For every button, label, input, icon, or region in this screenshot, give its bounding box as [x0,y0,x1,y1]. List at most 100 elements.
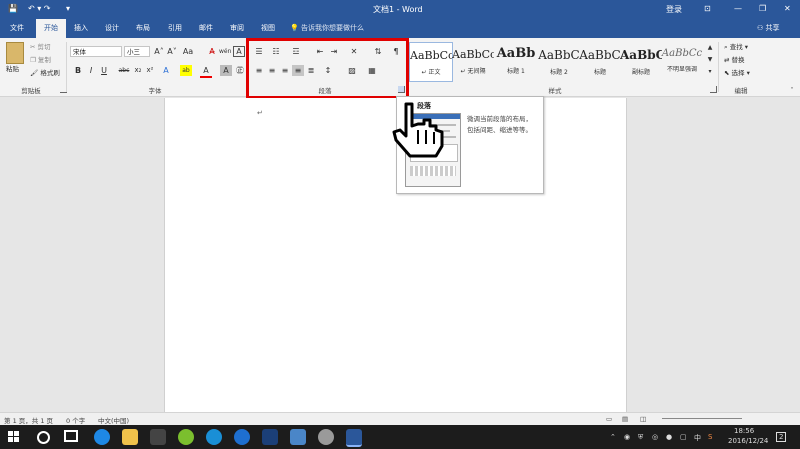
web-layout-icon[interactable]: ◫ [640,415,646,423]
restore-button[interactable]: ❐ [759,4,766,13]
ime-chinese[interactable]: 中 [694,433,701,443]
style-title[interactable]: AaBbC 标题 [579,42,621,80]
shrink-font-icon[interactable]: A˅ [166,46,178,57]
style-subtitle[interactable]: AaBbC 副标题 [620,42,662,80]
tab-review[interactable]: 审阅 [226,19,248,38]
text-effects-icon[interactable]: A [160,65,172,76]
share-button[interactable]: ⚇ 共享 [757,21,780,36]
paste-icon[interactable] [6,42,24,64]
tab-mailings[interactable]: 邮件 [195,19,217,38]
windows-start-icon[interactable] [8,431,20,443]
print-layout-icon[interactable]: ▤ [622,415,628,423]
ribbon-options-icon[interactable]: ⊡ [704,4,711,13]
phonetic-guide-icon[interactable]: wén [219,46,231,57]
change-case-icon[interactable]: Aa [182,46,194,57]
clock-date[interactable]: 2016/12/24 [728,437,768,445]
photos-icon[interactable] [290,429,306,445]
zoom-slider[interactable] [662,418,742,419]
ie-icon[interactable] [234,429,250,445]
tray-app-icon[interactable]: ◉ [624,433,630,441]
font-name-field[interactable]: 宋体 [70,46,122,57]
file-explorer-icon[interactable] [122,429,138,445]
styles-more-icon[interactable]: ▾ [704,66,716,77]
tab-layout[interactable]: 布局 [132,19,154,38]
word-count[interactable]: 0 个字 [66,415,85,425]
tab-references[interactable]: 引用 [164,19,186,38]
cut-button[interactable]: ✂ 剪切 [30,42,51,52]
network-icon[interactable]: ▢ [680,433,687,441]
style-heading-1[interactable]: AaBb 标题 1 [495,42,537,80]
style-no-spacing[interactable]: AaBbCc ↵ 无间隔 [452,42,494,80]
tooltip-desc-line1: 微调当前段落的布局， [467,115,532,123]
clipboard-group-label: 剪贴板 [21,87,41,95]
language[interactable]: 中文(中国) [98,415,129,425]
tray-expand-icon[interactable]: ⌃ [610,433,616,441]
app-gray-icon[interactable] [318,429,334,445]
style-heading-2[interactable]: AaBbC 标题 2 [538,42,580,80]
replace-icon: ⇄ [724,56,730,64]
tab-home[interactable]: 开始 [36,19,66,38]
cortana-icon[interactable] [37,431,50,444]
styles-launcher-icon[interactable] [710,86,717,93]
highlight-color-icon[interactable]: ab [180,65,192,76]
copy-button[interactable]: ❐ 复制 [30,55,51,65]
style-subtle-emphasis[interactable]: AaBbCc 不明显强调 [661,42,703,80]
select-button[interactable]: ⬉ 选择 ▾ [724,68,750,78]
notification-icon[interactable]: 2 [776,432,787,442]
italic-button[interactable]: I [85,65,97,76]
store-icon[interactable] [150,429,166,445]
enclose-char-icon[interactable]: ㊣ [234,65,246,76]
grow-font-icon[interactable]: A˄ [153,46,165,57]
group-divider [66,42,67,92]
tab-insert[interactable]: 插入 [70,19,92,38]
char-border-icon[interactable]: A [233,46,245,57]
ime-sogou-icon[interactable]: S [708,433,712,441]
undo-redo-icon[interactable]: ↶ ▾ ↷ [28,4,51,13]
photoshop-icon[interactable] [262,429,278,445]
find-button[interactable]: ⌕ 查找 ▾ [724,42,748,52]
page-count[interactable]: 第 1 页，共 1 页 [4,415,53,425]
read-mode-icon[interactable]: ▭ [606,415,612,423]
collapse-ribbon-icon[interactable]: ˄ [786,85,798,96]
close-button[interactable]: ✕ [784,4,791,13]
styles-scroll-down-icon[interactable]: ▼ [704,54,716,65]
tell-me-search[interactable]: 💡 告诉我你想要做什么 [290,19,364,38]
tray-app3-icon[interactable]: ● [666,433,672,441]
save-icon[interactable]: 💾 [8,4,18,13]
title-bar: 💾 ↶ ▾ ↷ ▾ 文档1 - Word 登录 ⊡ — ❐ ✕ [0,0,800,19]
copy-icon: ❐ [30,56,36,64]
font-size-field[interactable]: 小三 [124,46,150,57]
tab-design[interactable]: 设计 [101,19,123,38]
tab-file[interactable]: 文件 [4,19,30,38]
customize-quick-access-icon[interactable]: ▾ [66,4,70,13]
app-blue-icon[interactable] [206,429,222,445]
strikethrough-button[interactable]: abc [116,65,132,76]
font-color-icon[interactable]: A [200,65,212,78]
tab-view[interactable]: 视图 [257,19,279,38]
search-icon: ⌕ [724,43,728,51]
bold-button[interactable]: B [72,65,84,76]
edge-icon[interactable] [94,429,110,445]
underline-button[interactable]: U [98,65,110,76]
tray-shield-icon[interactable]: ⛨ [638,433,643,442]
styles-group-label: 样式 [548,87,562,95]
char-shading-icon[interactable]: A [220,65,232,76]
ribbon-tabs: 文件 开始 插入 设计 布局 引用 邮件 审阅 视图 💡 告诉我你想要做什么 ⚇… [0,19,800,38]
paste-button[interactable]: 粘贴 [6,64,19,74]
clear-format-icon[interactable]: A̶ [206,46,218,57]
clock-time[interactable]: 18:56 [734,427,754,435]
styles-scroll-up-icon[interactable]: ▲ [704,42,716,53]
app-green-icon[interactable] [178,429,194,445]
minimize-button[interactable]: — [734,4,742,13]
superscript-button[interactable]: x² [144,65,156,76]
replace-button[interactable]: ⇄ 替换 [724,55,745,65]
login-button[interactable]: 登录 [666,4,682,15]
task-view-icon[interactable] [64,430,78,442]
tray-app2-icon[interactable]: ◎ [652,433,658,441]
person-icon: ⚇ [757,24,766,32]
word-icon[interactable] [346,429,362,447]
cursor-icon: ⬉ [724,69,730,77]
style-normal[interactable]: AaBbCc ↵ 正文 [409,42,453,82]
subscript-button[interactable]: x₂ [132,65,144,76]
format-painter-button[interactable]: 🖌 格式刷 [30,68,60,78]
